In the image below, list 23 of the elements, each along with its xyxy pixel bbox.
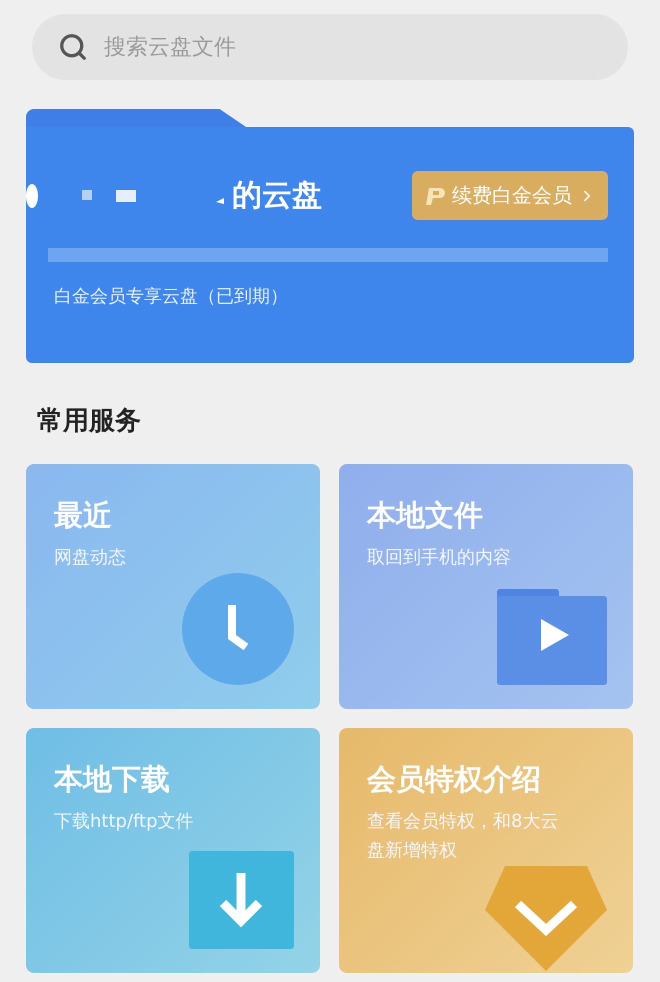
clock-icon — [182, 573, 294, 685]
section-title: 常用服务 — [37, 405, 142, 438]
tile-title: 最近 — [54, 497, 113, 534]
diamond-icon — [485, 866, 607, 971]
folder-play-icon — [497, 589, 607, 685]
tile-title: 本地下载 — [54, 761, 171, 798]
card-subtitle: 白金会员专享云盘（已到期） — [54, 285, 289, 308]
tile-subtitle: 网盘动态 — [54, 546, 127, 570]
search-input[interactable]: 搜索云盘文件 — [102, 34, 602, 60]
service-tile[interactable]: 会员特权介绍 查看会员特权，和8大云盘新增特权 — [339, 728, 633, 973]
tile-title: 会员特权介绍 — [367, 761, 542, 798]
renew-button[interactable]: 续费白金会员 — [412, 171, 608, 220]
service-tile[interactable]: 本地文件 取回到手机的内容 — [339, 464, 633, 709]
service-tile[interactable]: 最近 网盘动态 — [26, 464, 320, 709]
search-field[interactable]: 搜索云盘文件 — [32, 14, 628, 80]
cloud-title: 的云盘 — [232, 177, 322, 215]
tile-subtitle: 下载http/ftp文件 — [54, 810, 195, 834]
search-icon — [58, 32, 88, 62]
service-tile[interactable]: 本地下载 下载http/ftp文件 — [26, 728, 320, 973]
tile-title: 本地文件 — [367, 497, 484, 534]
tile-subtitle: 取回到手机的内容 — [367, 546, 512, 570]
tile-subtitle: 查看会员特权，和8大云盘新增特权 — [367, 810, 560, 863]
download-icon — [189, 851, 294, 949]
